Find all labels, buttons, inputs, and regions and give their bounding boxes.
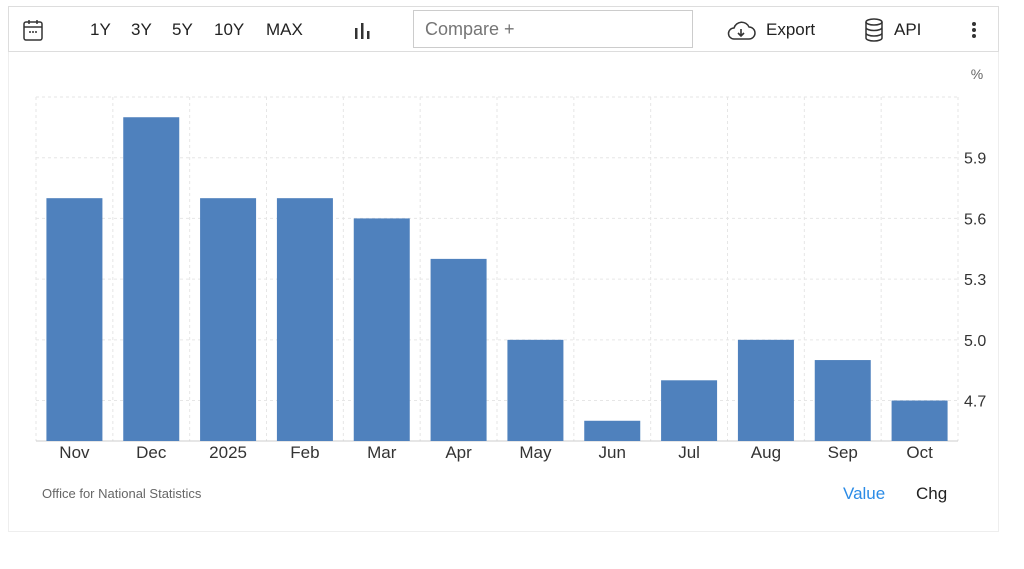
- range-max-button[interactable]: MAX: [266, 7, 303, 53]
- range-5y-button[interactable]: 5Y: [172, 7, 193, 53]
- chart-type-icon[interactable]: [354, 7, 372, 53]
- range-3y-button[interactable]: 3Y: [131, 7, 152, 53]
- compare-input[interactable]: [413, 10, 693, 48]
- api-label: API: [894, 20, 922, 39]
- chart-panel: [8, 52, 999, 532]
- source-label: Office for National Statistics: [42, 486, 202, 501]
- range-10y-button[interactable]: 10Y: [214, 7, 244, 53]
- export-button[interactable]: Export: [726, 7, 815, 53]
- export-label: Export: [766, 20, 816, 39]
- database-icon: [865, 18, 883, 42]
- calendar-icon[interactable]: [23, 7, 43, 53]
- cloud-download-icon: [727, 21, 756, 40]
- more-options-icon[interactable]: [971, 7, 977, 53]
- api-button[interactable]: API: [864, 7, 921, 53]
- tab-chg[interactable]: Chg: [916, 484, 947, 504]
- tab-value[interactable]: Value: [843, 484, 885, 504]
- range-1y-button[interactable]: 1Y: [90, 7, 111, 53]
